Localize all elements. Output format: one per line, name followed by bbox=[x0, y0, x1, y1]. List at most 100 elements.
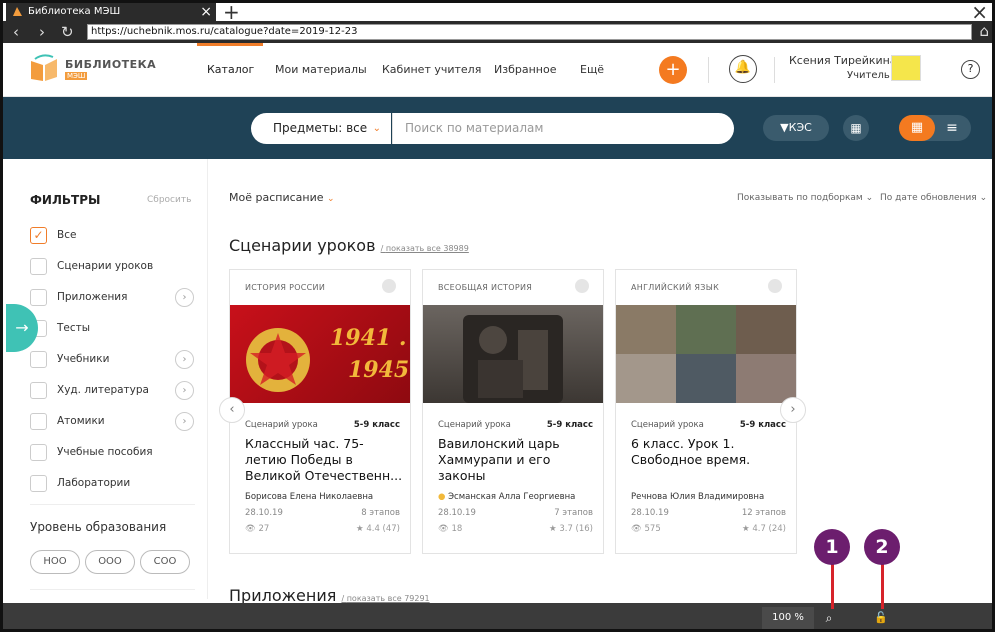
avatar[interactable] bbox=[891, 55, 921, 81]
callout-badge-1: 1 bbox=[814, 529, 850, 565]
calendar-icon[interactable]: ▦ bbox=[843, 115, 869, 141]
library-logo-icon[interactable] bbox=[29, 53, 59, 83]
checkbox[interactable] bbox=[30, 444, 47, 461]
card-image-text: 1941 . bbox=[330, 325, 407, 351]
filter-item-lesson-scenarios[interactable]: Сценарии уроков bbox=[30, 258, 200, 276]
filter-item-labs[interactable]: Лаборатории bbox=[30, 475, 200, 493]
forward-icon[interactable]: › bbox=[39, 23, 45, 41]
filter-item-tests[interactable]: Тесты bbox=[30, 320, 200, 338]
edu-level-soo[interactable]: СОО bbox=[140, 550, 190, 574]
sort-group-label: Показывать по подборкам bbox=[737, 193, 863, 203]
checkbox[interactable] bbox=[30, 258, 47, 275]
card-type: Сценарий урока bbox=[245, 420, 318, 430]
rating-value: 4.4 (47) bbox=[366, 524, 400, 534]
url-field[interactable]: https://uchebnik.mos.ru/catalogue?date=2… bbox=[87, 24, 972, 40]
reload-icon[interactable]: ↻ bbox=[61, 23, 74, 41]
edu-level-noo[interactable]: НОО bbox=[30, 550, 80, 574]
card-title[interactable]: 6 класс. Урок 1. Свободное время. bbox=[631, 436, 791, 468]
checkbox[interactable] bbox=[30, 351, 47, 368]
card-author[interactable]: Речнова Юлия Владимировна bbox=[631, 492, 764, 502]
expand-arrow-icon[interactable]: › bbox=[175, 381, 194, 400]
nav-catalog[interactable]: Каталог bbox=[207, 63, 254, 76]
user-name[interactable]: Ксения Тирейкина bbox=[789, 54, 897, 67]
chevron-down-icon: ⌄ bbox=[372, 123, 381, 134]
expand-arrow-icon[interactable]: › bbox=[175, 412, 194, 431]
checkbox[interactable] bbox=[30, 289, 47, 306]
kes-filter-button[interactable]: ▼КЭС bbox=[763, 115, 829, 141]
filter-item-all[interactable]: ✓ Все bbox=[30, 227, 200, 245]
bookmark-icon[interactable] bbox=[768, 279, 782, 293]
show-all-apps-link[interactable]: / показать все 79291 bbox=[341, 594, 429, 603]
zoom-search-icon[interactable]: ⌕ bbox=[816, 607, 842, 629]
kes-label: КЭС bbox=[788, 121, 812, 134]
nav-favorites[interactable]: Избранное bbox=[494, 63, 556, 76]
sort-date-label: По дате обновления bbox=[880, 193, 977, 203]
my-schedule-dropdown[interactable]: Моё расписание ⌄ bbox=[229, 191, 335, 204]
lesson-card[interactable]: ВСЕОБЩАЯ ИСТОРИЯ Сценарий урока 5-9 клас… bbox=[422, 269, 604, 554]
card-title[interactable]: Вавилонский царь Хаммурапи и его законы bbox=[438, 436, 598, 484]
checkbox-checked[interactable]: ✓ bbox=[30, 227, 47, 244]
home-icon[interactable]: ⌂ bbox=[979, 22, 989, 40]
browser-tab[interactable]: Библиотека МЭШ × bbox=[6, 3, 216, 21]
filter-item-study-guides[interactable]: Учебные пособия bbox=[30, 444, 200, 462]
carousel-next-icon[interactable]: › bbox=[780, 397, 806, 423]
grid-view-icon[interactable]: ▦ bbox=[899, 115, 935, 141]
card-title[interactable]: Классный час. 75-летию Победы в Великой … bbox=[245, 436, 405, 484]
card-stages: 12 этапов bbox=[741, 508, 786, 518]
lesson-card[interactable]: АНГЛИЙСКИЙ ЯЗЫК Сценарий урока 5-9 класс… bbox=[615, 269, 797, 554]
nav-teacher-cabinet[interactable]: Кабинет учителя bbox=[382, 63, 481, 76]
card-subject: АНГЛИЙСКИЙ ЯЗЫК bbox=[631, 283, 720, 292]
reset-filters-link[interactable]: Сбросить bbox=[147, 195, 191, 205]
photo-collage-image bbox=[616, 305, 796, 403]
filter-label: Лаборатории bbox=[57, 477, 131, 489]
checkbox[interactable] bbox=[30, 475, 47, 492]
sort-by-date-dropdown[interactable]: По дате обновления ⌄ bbox=[880, 193, 987, 203]
nav-my-materials[interactable]: Мои материалы bbox=[275, 63, 367, 76]
lesson-card[interactable]: ИСТОРИЯ РОССИИ 1941 . 1945 Сценарий урок… bbox=[229, 269, 411, 554]
card-author[interactable]: Борисова Елена Николаевна bbox=[245, 492, 373, 502]
screen-frame: Библиотека МЭШ × + × ‹ › ↻ https://ucheb… bbox=[0, 0, 995, 632]
card-author[interactable]: ● Эсманская Алла Георгиевна bbox=[438, 492, 575, 502]
card-image-text: 1945 bbox=[348, 357, 409, 383]
list-view-icon[interactable]: ≡ bbox=[937, 115, 967, 141]
filter-item-fiction[interactable]: Худ. литература › bbox=[30, 381, 200, 400]
card-image: 1941 . 1945 bbox=[230, 305, 410, 403]
add-button[interactable]: + bbox=[659, 56, 687, 84]
filter-item-textbooks[interactable]: Учебники › bbox=[30, 350, 200, 369]
close-tab-icon[interactable]: × bbox=[200, 3, 212, 21]
carousel-prev-icon[interactable]: ‹ bbox=[219, 397, 245, 423]
education-level-title: Уровень образования bbox=[30, 520, 167, 534]
app-header: БИБЛИОТЕКА МЭШ Каталог Мои материалы Каб… bbox=[3, 43, 992, 97]
browser-tabbar: Библиотека МЭШ × + × bbox=[3, 3, 992, 24]
section-title-text: Сценарии уроков bbox=[229, 236, 376, 255]
filter-label: Учебные пособия bbox=[57, 446, 153, 458]
search-input[interactable]: Поиск по материалам bbox=[392, 113, 734, 144]
nav-more[interactable]: Ещё bbox=[580, 63, 604, 76]
active-nav-indicator bbox=[197, 43, 263, 46]
checkbox[interactable] bbox=[30, 413, 47, 430]
search-band: Предметы: все ⌄ Поиск по материалам ▼КЭС… bbox=[3, 97, 992, 159]
card-views: 👁 575 bbox=[631, 524, 661, 534]
back-icon[interactable]: ‹ bbox=[13, 23, 19, 41]
checkbox[interactable] bbox=[30, 382, 47, 399]
notifications-bell-icon[interactable]: 🔔 bbox=[729, 55, 757, 83]
sort-by-group-dropdown[interactable]: Показывать по подборкам ⌄ bbox=[737, 193, 873, 203]
filter-item-apps[interactable]: Приложения › bbox=[30, 288, 200, 307]
expand-arrow-icon[interactable]: › bbox=[175, 350, 194, 369]
help-icon[interactable]: ? bbox=[961, 60, 980, 79]
star-icon: ★ bbox=[549, 524, 557, 534]
show-all-lessons-link[interactable]: / показать все 38989 bbox=[381, 244, 469, 253]
filter-item-atomics[interactable]: Атомики › bbox=[30, 412, 200, 431]
lock-icon[interactable]: 🔓 bbox=[870, 607, 892, 629]
card-subject: ИСТОРИЯ РОССИИ bbox=[245, 283, 326, 292]
subjects-dropdown[interactable]: Предметы: все ⌄ bbox=[251, 113, 391, 144]
logo-text: БИБЛИОТЕКА bbox=[65, 58, 157, 71]
bookmark-icon[interactable] bbox=[575, 279, 589, 293]
browser-address-bar: ‹ › ↻ https://uchebnik.mos.ru/catalogue?… bbox=[3, 21, 992, 43]
filter-label: Учебники bbox=[57, 353, 110, 365]
filter-funnel-icon: ▼ bbox=[780, 121, 789, 134]
bookmark-icon[interactable] bbox=[382, 279, 396, 293]
edu-level-ooo[interactable]: ООО bbox=[85, 550, 135, 574]
header-divider bbox=[708, 57, 709, 83]
expand-arrow-icon[interactable]: › bbox=[175, 288, 194, 307]
